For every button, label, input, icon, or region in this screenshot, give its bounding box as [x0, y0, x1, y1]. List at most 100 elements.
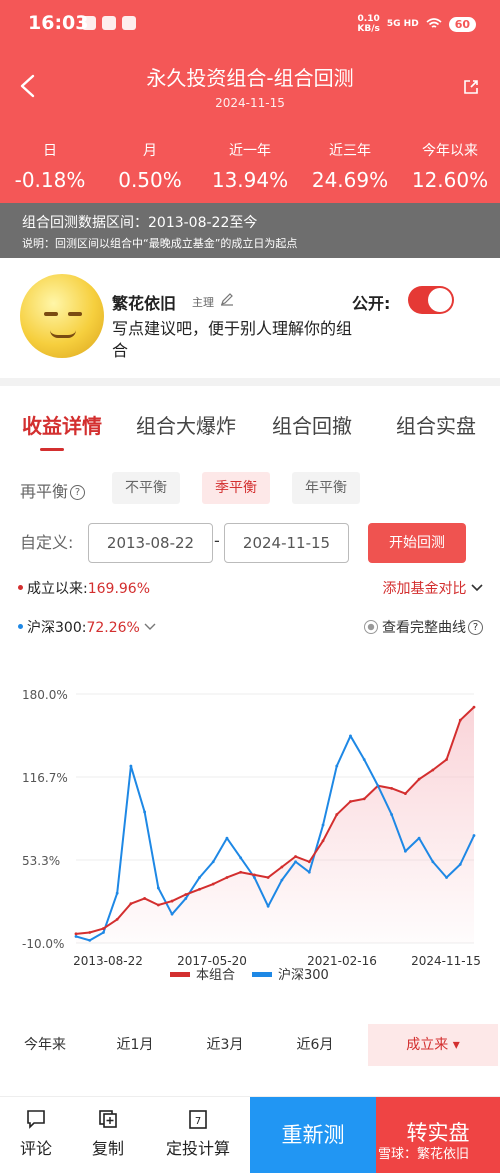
portfolio-point — [403, 792, 407, 795]
range-3m[interactable]: 近3月 — [185, 1024, 265, 1066]
portfolio-point — [211, 882, 215, 886]
tab-real[interactable]: 组合实盘 — [396, 410, 476, 439]
comment-icon — [27, 1110, 45, 1129]
add-fund-compare[interactable]: 添加基金对比 — [383, 578, 483, 598]
benchmark-point — [74, 935, 78, 938]
page-title: 永久投资组合-组合回测 — [146, 66, 354, 90]
benchmark-point — [472, 834, 476, 837]
return-summary: 日 -0.18% 月 0.50% 近一年 13.94% 近三年 24.69% 今年以来 1… — [0, 140, 500, 192]
start-date-input[interactable]: 2013-08-22 — [88, 523, 213, 563]
cloud-icon — [102, 16, 116, 30]
return-day: 日 -0.18% — [14, 143, 86, 192]
retest-button[interactable]: 重新测 — [250, 1097, 376, 1173]
benchmark-point — [115, 891, 119, 895]
legend-label-benchmark: 沪深300 — [278, 967, 329, 983]
custom-range-row: 自定义: 2013-08-22 - 2024-11-15 开始回测 — [20, 523, 490, 563]
benchmark-point — [280, 878, 284, 882]
benchmark-point — [349, 734, 352, 738]
pencil-icon[interactable] — [220, 292, 234, 306]
legend-swatch-benchmark — [252, 972, 272, 977]
range-1m[interactable]: 近1月 — [95, 1024, 175, 1066]
range-6m[interactable]: 近6月 — [275, 1024, 355, 1066]
benchmark-point — [458, 862, 462, 866]
copy-button[interactable]: 复制 — [86, 1109, 130, 1159]
rebalance-quarterly[interactable]: 季平衡 — [202, 472, 270, 504]
range-inception[interactable]: 成立来 ▾ — [368, 1024, 498, 1066]
benchmark-dot-icon — [18, 624, 23, 629]
portfolio-point — [225, 876, 229, 879]
benchmark-point — [321, 823, 325, 827]
avatar[interactable] — [20, 274, 104, 358]
portfolio-point — [198, 887, 201, 891]
portfolio-point — [156, 903, 160, 907]
return-3y: 近三年 24.69% — [311, 143, 389, 192]
public-label: 公开: — [352, 294, 391, 313]
chevron-down-icon[interactable] — [144, 622, 156, 632]
benchmark-point — [239, 856, 243, 860]
portfolio-point — [294, 855, 297, 858]
benchmark-point — [335, 764, 339, 768]
status-time: 16:03 — [28, 12, 89, 34]
portfolio-point — [458, 718, 462, 722]
portfolio-dot-icon — [18, 585, 23, 590]
benchmark-point — [198, 876, 201, 879]
portfolio-point — [115, 918, 119, 921]
portfolio-point — [88, 931, 92, 934]
benchmark-point — [362, 758, 366, 761]
benchmark-value: 72.26% — [86, 620, 140, 636]
portfolio-point — [390, 786, 394, 790]
telegram-icon — [82, 16, 96, 30]
sip-calc-button[interactable]: 7 定投计算 — [160, 1109, 236, 1159]
tab-return-detail[interactable]: 收益详情 — [22, 410, 102, 439]
benchmark-point — [417, 836, 421, 840]
y-tick-label: -10.0% — [22, 937, 64, 951]
rebalance-none[interactable]: 不平衡 — [112, 472, 180, 504]
portfolio-point — [143, 897, 147, 900]
tab-portfolio-explode[interactable]: 组合大爆炸 — [136, 410, 236, 439]
x-tick-label: 2021-02-16 — [307, 954, 377, 968]
portfolio-point — [280, 865, 284, 869]
app-icon — [122, 16, 136, 30]
signal-icon: 5G HD — [386, 19, 419, 29]
help-icon[interactable]: ? — [70, 485, 86, 500]
chevron-down-icon — [471, 584, 483, 592]
benchmark-point — [211, 860, 215, 864]
benchmark-point — [184, 897, 188, 900]
return-ytd: 今年以来 12.60% — [411, 143, 489, 192]
range-ytd[interactable]: 今年来 — [5, 1024, 85, 1066]
tab-drawdown[interactable]: 组合回撤 — [272, 410, 352, 439]
benchmark-point — [88, 938, 92, 942]
comment-button[interactable]: 评论 — [16, 1109, 56, 1159]
watermark: 雪球：繁花依旧 — [378, 1147, 470, 1162]
portfolio-point — [417, 777, 421, 781]
return-chart: 180.0% 116.7% 53.3% -10.0% 2013-08-22 2017-05… — [0, 676, 500, 994]
help-icon[interactable]: ? — [468, 620, 483, 635]
profile-card: 繁花依旧 主理 写点建议吧，便于别人理解你的组合 公开: — [0, 258, 500, 378]
benchmark-point — [294, 860, 297, 864]
benchmark-label[interactable]: 沪深300: — [27, 620, 86, 636]
share-icon[interactable] — [462, 78, 480, 96]
x-tick-label: 2013-08-22 — [73, 954, 143, 968]
custom-label: 自定义: — [20, 533, 74, 552]
date-separator: - — [214, 531, 220, 550]
public-toggle[interactable] — [408, 286, 454, 314]
start-backtest-button[interactable]: 开始回测 — [368, 523, 466, 563]
portfolio-point — [445, 758, 448, 761]
x-tick-label: 2017-05-20 — [177, 954, 247, 968]
calendar-icon: 7 — [189, 1110, 207, 1129]
end-date-input[interactable]: 2024-11-15 — [224, 523, 349, 563]
portfolio-point — [253, 873, 256, 877]
full-curve-option[interactable]: 查看完整曲线? — [364, 617, 483, 637]
radio-icon[interactable] — [364, 620, 378, 634]
benchmark-point — [143, 810, 147, 814]
portfolio-point — [362, 797, 366, 801]
profile-description[interactable]: 写点建议吧，便于别人理解你的组合 — [112, 318, 352, 362]
portfolio-area — [76, 707, 474, 943]
notice-range: 组合回测数据区间：2013-08-22至今 — [22, 215, 258, 231]
y-tick-label: 116.7% — [22, 771, 68, 785]
return-1y: 近一年 13.94% — [211, 143, 289, 192]
rebalance-yearly[interactable]: 年平衡 — [292, 472, 360, 504]
portfolio-point — [335, 813, 339, 816]
portfolio-point — [431, 768, 435, 772]
benchmark-point — [129, 764, 133, 768]
